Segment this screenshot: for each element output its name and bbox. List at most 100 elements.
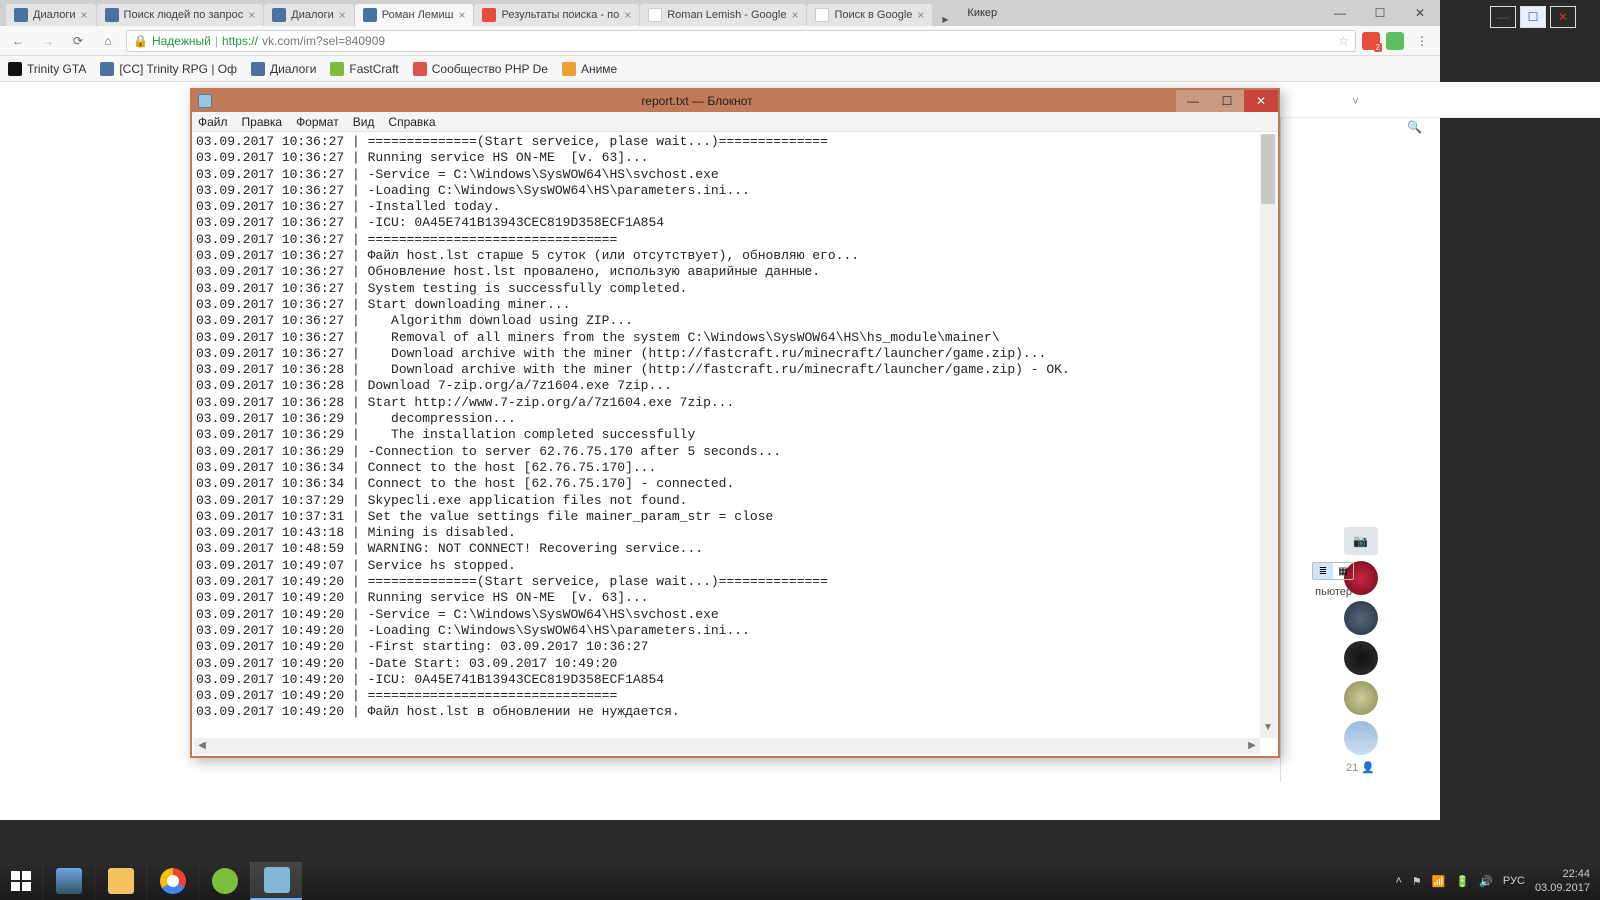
chevron-down-icon[interactable]: ˅ xyxy=(1352,94,1359,108)
notepad-titlebar[interactable]: report.txt — Блокнот — ☐ ✕ xyxy=(192,90,1278,112)
notepad-minimize-button[interactable]: — xyxy=(1176,90,1210,112)
bookmark-favicon-icon xyxy=(251,62,265,76)
avatar[interactable] xyxy=(1344,601,1378,635)
tray-language[interactable]: РУС xyxy=(1503,875,1525,887)
chrome-menu-button[interactable]: ⋮ xyxy=(1410,29,1434,53)
browser-tab[interactable]: Результаты поиска - по × xyxy=(474,4,639,26)
bookmark-favicon-icon xyxy=(562,62,576,76)
browser-tab[interactable]: Поиск людей по запрос × xyxy=(97,4,264,26)
start-button[interactable] xyxy=(0,862,42,900)
tray-flag-icon[interactable]: ⚑ xyxy=(1412,875,1422,888)
tray-volume-icon[interactable]: 🔊 xyxy=(1479,875,1493,888)
bookmark-item[interactable]: FastCraft xyxy=(330,62,398,76)
taskbar-chrome[interactable] xyxy=(146,862,198,900)
tab-favicon-icon xyxy=(815,8,829,22)
bookmark-item[interactable]: [CC] Trinity RPG | Оф xyxy=(100,62,237,76)
aux-window-close-button[interactable]: ✕ xyxy=(1550,6,1576,28)
page-right-sidebar: ? 🔍 ≣ ▦ пьютер 📷 21👤 xyxy=(1280,82,1440,782)
bookmark-item[interactable]: Trinity GTA xyxy=(8,62,86,76)
tray-clock[interactable]: 22:44 03.09.2017 xyxy=(1535,867,1590,895)
aux-window-maximize-button[interactable]: ☐ xyxy=(1520,6,1546,28)
search-icon[interactable]: 🔍 xyxy=(1407,120,1422,134)
chrome-profile-label[interactable]: Кикер xyxy=(957,0,1007,26)
avatar[interactable] xyxy=(1344,641,1378,675)
bookmarks-bar: Trinity GTA [CC] Trinity RPG | Оф Диалог… xyxy=(0,56,1440,82)
bookmark-label: Trinity GTA xyxy=(27,62,86,76)
scroll-right-icon[interactable]: ▶ xyxy=(1244,738,1260,754)
windows-taskbar: ˄ ⚑ 📶 🔋 🔊 РУС 22:44 03.09.2017 xyxy=(0,862,1600,900)
nav-forward-button[interactable]: → xyxy=(36,29,60,53)
bookmark-label: Аниме xyxy=(581,62,617,76)
view-list-icon[interactable]: ≣ xyxy=(1313,563,1333,579)
browser-tab[interactable]: Roman Lemish - Google × xyxy=(640,4,806,26)
tab-label: Roman Lemish - Google xyxy=(667,4,786,26)
view-toggle[interactable]: ≣ ▦ xyxy=(1312,562,1354,580)
star-bookmark-icon[interactable]: ☆ xyxy=(1338,34,1349,48)
notepad-close-button[interactable]: ✕ xyxy=(1244,90,1278,112)
notepad-text-area[interactable]: 03.09.2017 10:36:27 | ==============(Sta… xyxy=(192,132,1278,740)
tab-favicon-icon xyxy=(482,8,496,22)
notepad-maximize-button[interactable]: ☐ xyxy=(1210,90,1244,112)
vertical-scrollbar[interactable]: ▲ ▼ xyxy=(1260,134,1276,738)
aux-window-minimize-button[interactable]: — xyxy=(1490,6,1516,28)
address-bar[interactable]: 🔒 Надежный | https://vk.com/im?sel=84090… xyxy=(126,30,1356,52)
menu-item[interactable]: Вид xyxy=(353,115,375,129)
scroll-down-icon[interactable]: ▼ xyxy=(1260,722,1276,738)
window-close-button[interactable]: ✕ xyxy=(1400,0,1440,26)
tray-chevron-up-icon[interactable]: ˄ xyxy=(1395,875,1401,887)
bookmark-label: Диалоги xyxy=(270,62,316,76)
browser-tab[interactable]: Поиск в Google × xyxy=(807,4,932,26)
taskbar-file-explorer[interactable] xyxy=(94,862,146,900)
tab-close-icon[interactable]: × xyxy=(339,4,346,26)
camera-icon[interactable]: 📷 xyxy=(1344,527,1378,555)
tab-close-icon[interactable]: × xyxy=(81,4,88,26)
secure-label: Надежный xyxy=(152,34,211,48)
nav-back-button[interactable]: ← xyxy=(6,29,30,53)
avatar[interactable] xyxy=(1344,681,1378,715)
notepad-title: report.txt — Блокнот xyxy=(218,94,1176,108)
extension-abp-icon[interactable] xyxy=(1362,32,1380,50)
scroll-thumb[interactable] xyxy=(1261,134,1275,204)
tray-time: 22:44 xyxy=(1535,867,1590,881)
menu-item[interactable]: Файл xyxy=(198,115,228,129)
taskbar-notepad[interactable] xyxy=(250,862,302,900)
browser-tab[interactable]: Роман Лемиш × xyxy=(355,4,474,26)
view-grid-icon[interactable]: ▦ xyxy=(1333,563,1353,579)
scroll-left-icon[interactable]: ◀ xyxy=(194,738,210,754)
attachment-count: 21👤 xyxy=(1346,761,1375,774)
bookmark-item[interactable]: Сообщество PHP De xyxy=(413,62,548,76)
bookmark-label: FastCraft xyxy=(349,62,398,76)
taskbar-app-1[interactable] xyxy=(42,862,94,900)
tray-battery-icon[interactable]: 🔋 xyxy=(1456,875,1470,888)
window-maximize-button[interactable]: ☐ xyxy=(1360,0,1400,26)
menu-item[interactable]: Формат xyxy=(296,115,339,129)
tab-label: Поиск в Google xyxy=(834,4,912,26)
browser-tab[interactable]: Диалоги × xyxy=(264,4,354,26)
tab-close-icon[interactable]: × xyxy=(248,4,255,26)
bookmark-item[interactable]: Аниме xyxy=(562,62,617,76)
aux-window-toolbar: ˅ xyxy=(1280,82,1600,118)
bookmark-favicon-icon xyxy=(330,62,344,76)
avatar[interactable] xyxy=(1344,721,1378,755)
tab-favicon-icon xyxy=(363,8,377,22)
tab-close-icon[interactable]: × xyxy=(917,4,924,26)
extension-green-icon[interactable] xyxy=(1386,32,1404,50)
window-minimize-button[interactable]: — xyxy=(1320,0,1360,26)
menu-item[interactable]: Справка xyxy=(388,115,435,129)
tab-close-icon[interactable]: × xyxy=(791,4,798,26)
tab-favicon-icon xyxy=(14,8,28,22)
bookmark-item[interactable]: Диалоги xyxy=(251,62,316,76)
tab-close-icon[interactable]: × xyxy=(458,4,465,26)
new-tab-button[interactable]: ▸ xyxy=(933,12,957,26)
nav-home-button[interactable]: ⌂ xyxy=(96,29,120,53)
horizontal-scrollbar[interactable]: ◀ ▶ xyxy=(194,738,1260,754)
tab-close-icon[interactable]: × xyxy=(624,4,631,26)
nav-reload-button[interactable]: ⟳ xyxy=(66,29,90,53)
notepad-app-icon xyxy=(198,94,212,108)
browser-tab[interactable]: Диалоги × xyxy=(6,4,96,26)
taskbar-utorrent[interactable] xyxy=(198,862,250,900)
chrome-window-controls: — ☐ ✕ xyxy=(1320,0,1440,26)
tray-network-icon[interactable]: 📶 xyxy=(1432,875,1446,888)
tab-favicon-icon xyxy=(648,8,662,22)
menu-item[interactable]: Правка xyxy=(242,115,283,129)
